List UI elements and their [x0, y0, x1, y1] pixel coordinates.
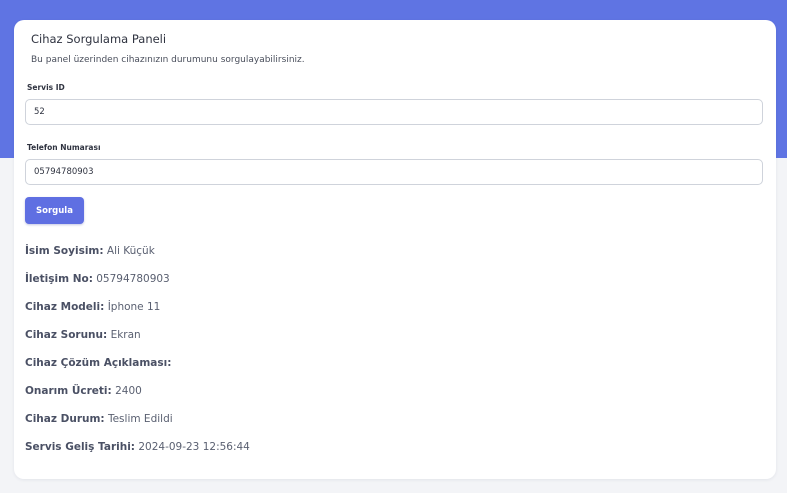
servis-id-label: Servis ID	[27, 83, 65, 92]
result-row-sorun: Cihaz Sorunu: Ekran	[25, 329, 141, 341]
telefon-input[interactable]	[25, 159, 763, 185]
result-label: Onarım Ücreti:	[25, 385, 112, 397]
query-panel-card: Cihaz Sorgulama Paneli Bu panel üzerinde…	[14, 20, 776, 479]
result-value: 2024-09-23 12:56:44	[138, 441, 250, 453]
result-label: Servis Geliş Tarihi:	[25, 441, 135, 453]
telefon-label: Telefon Numarası	[27, 143, 101, 152]
result-row-iletisim: İletişim No: 05794780903	[25, 273, 170, 285]
result-row-ucret: Onarım Ücreti: 2400	[25, 385, 142, 397]
result-label: İletişim No:	[25, 273, 93, 285]
result-row-tarih: Servis Geliş Tarihi: 2024-09-23 12:56:44	[25, 441, 250, 453]
panel-title: Cihaz Sorgulama Paneli	[31, 32, 167, 46]
result-value: Ali Küçük	[106, 245, 155, 257]
result-label: Cihaz Modeli:	[25, 301, 105, 313]
result-row-model: Cihaz Modeli: İphone 11	[25, 301, 160, 313]
result-value: 2400	[115, 385, 142, 397]
result-label: Cihaz Durum:	[25, 413, 105, 425]
result-value: Teslim Edildi	[107, 413, 173, 425]
servis-id-input[interactable]	[25, 99, 763, 125]
result-label: Cihaz Sorunu:	[25, 329, 108, 341]
result-row-cozum: Cihaz Çözüm Açıklaması:	[25, 357, 171, 369]
result-row-durum: Cihaz Durum: Teslim Edildi	[25, 413, 173, 425]
result-row-isim: İsim Soyisim: Ali Küçük	[25, 245, 155, 257]
result-label: İsim Soyisim:	[25, 245, 104, 257]
sorgula-button[interactable]: Sorgula	[25, 197, 84, 224]
result-label: Cihaz Çözüm Açıklaması:	[25, 357, 172, 369]
panel-subtitle: Bu panel üzerinden cihazınızın durumunu …	[31, 55, 305, 65]
result-value: Ekran	[110, 329, 141, 341]
result-value: İphone 11	[107, 301, 161, 313]
result-value: 05794780903	[96, 273, 170, 285]
